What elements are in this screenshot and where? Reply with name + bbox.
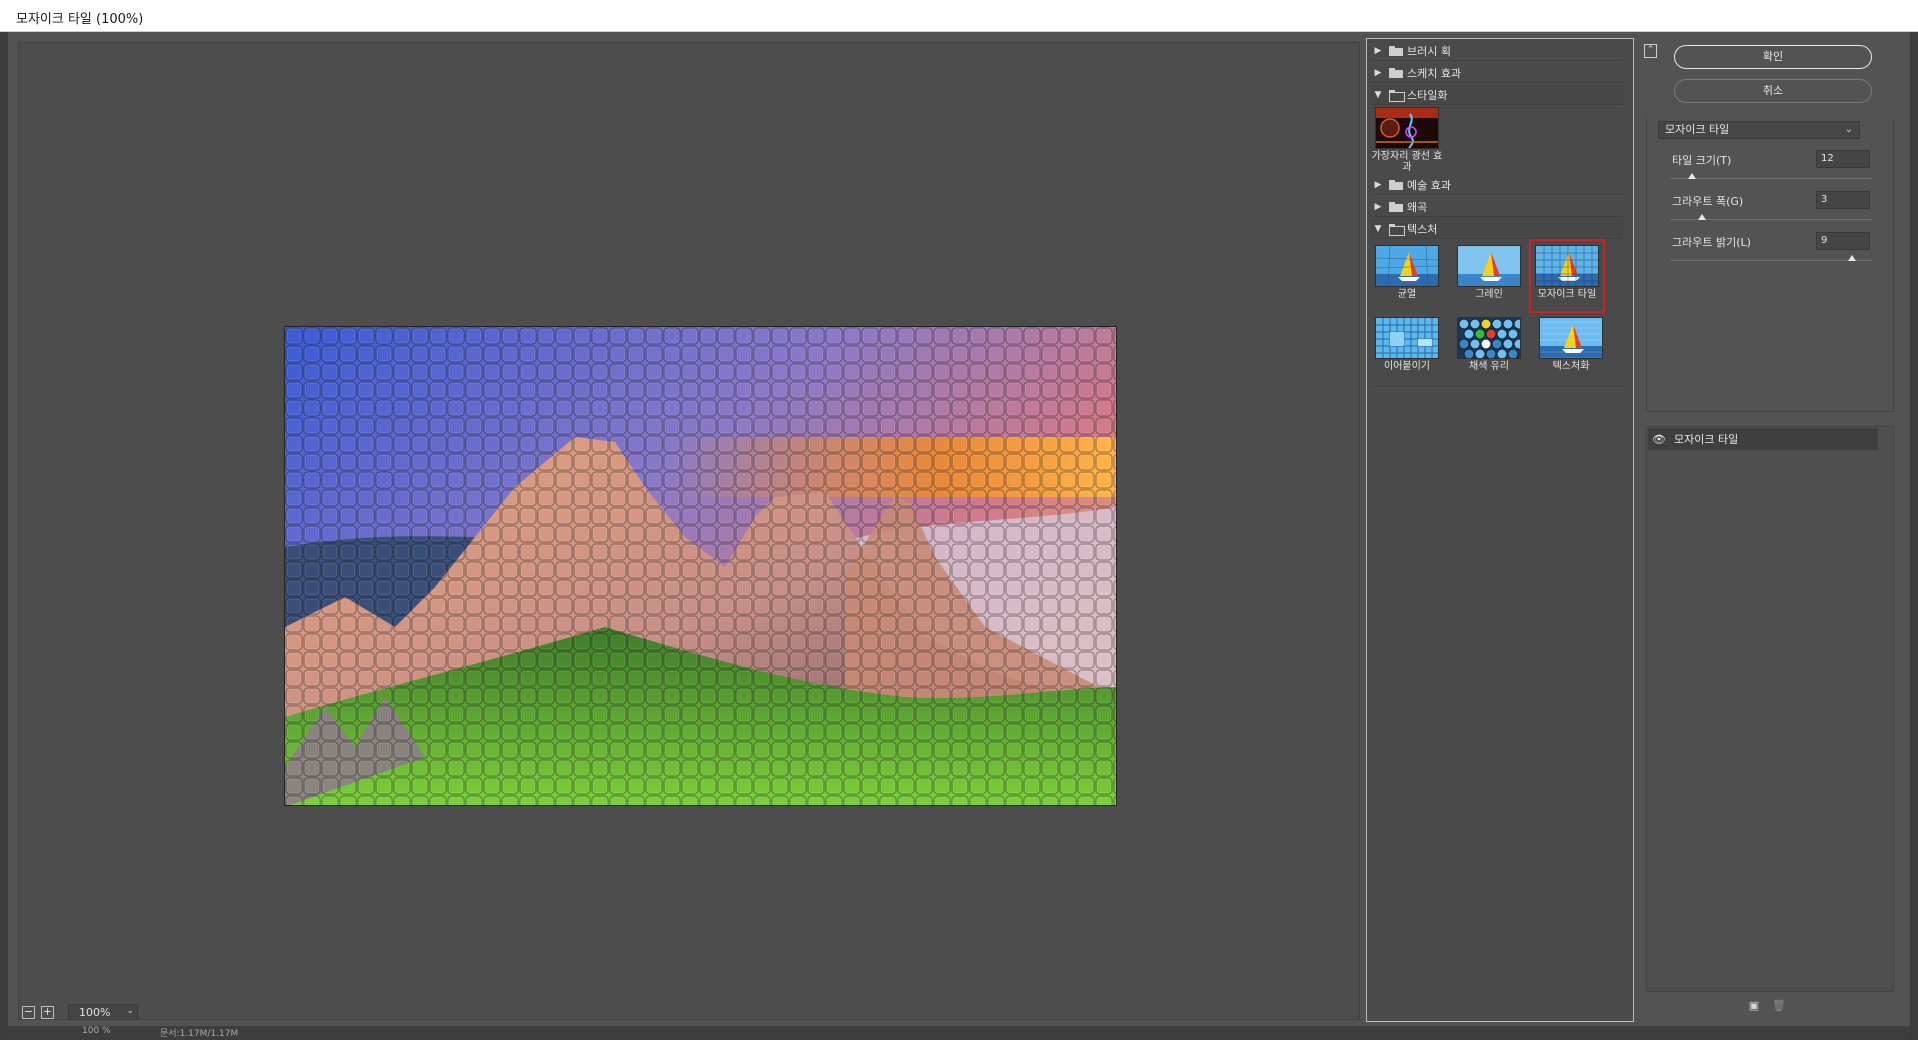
folder-icon — [1389, 179, 1403, 190]
preview-pane[interactable] — [18, 42, 1360, 1020]
status-doc-size: 문서:1.17M/1.17M — [160, 1029, 239, 1039]
param-lighten-grout: 그라우트 밝기(L) 9 — [1670, 232, 1872, 264]
filter-thumb-patchwork[interactable]: 이어붙이기 — [1371, 317, 1443, 372]
trash-icon[interactable]: 🗑 — [1772, 1000, 1786, 1012]
slider-track[interactable] — [1670, 260, 1872, 261]
slider-knob[interactable] — [1848, 255, 1856, 261]
effect-layer-name: 모자이크 타일 — [1674, 433, 1739, 446]
expand-arrow-icon: ▶ — [1374, 45, 1382, 56]
folder-open-icon — [1389, 89, 1405, 102]
thumbnail-image — [1535, 245, 1599, 287]
group-brush-strokes[interactable]: ▶ 브러시 획 — [1371, 41, 1623, 61]
folder-open-icon — [1389, 223, 1405, 236]
expand-arrow-icon: ▶ — [1374, 201, 1382, 212]
slider-knob[interactable] — [1698, 214, 1706, 220]
dialog-titlebar: 모자이크 타일 (100%) — [0, 0, 1918, 32]
group-artistic[interactable]: ▶ 예술 효과 — [1371, 175, 1623, 195]
zoom-controls: − + 100% ⌄ — [22, 1004, 138, 1020]
chevron-down-icon: ⌄ — [126, 1006, 134, 1016]
filter-gallery-panel: ▶ 브러시 획 ▶ 스케치 효과 ▼ 스타일화 가장자리 광선 효과 ▶ 예술 … — [1366, 38, 1634, 1022]
zoom-in-button[interactable]: + — [41, 1005, 54, 1019]
effect-layer-row[interactable]: 👁 모자이크 타일 — [1648, 428, 1878, 450]
group-sketch[interactable]: ▶ 스케치 효과 — [1371, 63, 1623, 83]
filter-thumb-glowing-edges[interactable]: 가장자리 광선 효과 — [1371, 107, 1443, 173]
collapse-gallery-icon[interactable]: ⌃ — [1644, 44, 1657, 58]
effect-layers-panel — [1646, 426, 1894, 992]
folder-icon — [1389, 45, 1403, 56]
filter-select[interactable]: 모자이크 타일 ⌄ — [1658, 121, 1860, 139]
lighten-grout-input[interactable]: 9 — [1816, 232, 1870, 250]
thumbnail-label: 텍스처화 — [1552, 361, 1590, 372]
param-label: 그라우트 밝기(L) — [1672, 236, 1751, 249]
layer-tools: ▣ 🗑 — [1748, 1000, 1786, 1012]
zoom-value: 100% — [79, 1005, 111, 1019]
slider-track[interactable] — [1670, 178, 1872, 179]
zoom-out-button[interactable]: − — [22, 1005, 35, 1019]
expand-arrow-icon: ▶ — [1374, 67, 1382, 78]
param-label: 그라우트 폭(G) — [1672, 195, 1744, 208]
slider-knob[interactable] — [1688, 173, 1696, 179]
group-distort[interactable]: ▶ 왜곡 — [1371, 197, 1623, 217]
right-edge — [1910, 32, 1918, 1040]
document-status-bar: 100 % 문서:1.17M/1.17M — [8, 1026, 1910, 1040]
group-texture[interactable]: ▼ 텍스처 — [1371, 219, 1623, 239]
filter-thumb-mosaic-tiles[interactable]: 모자이크 타일 — [1529, 239, 1605, 313]
gallery-divider — [1371, 386, 1623, 387]
thumbnail-label: 모자이크 타일 — [1537, 289, 1597, 300]
chevron-down-icon: ⌄ — [1844, 124, 1853, 135]
param-grout-width: 그라우트 폭(G) 3 — [1670, 191, 1872, 223]
filter-thumb-texturizer[interactable]: 텍스처화 — [1535, 317, 1607, 372]
thumbnail-label: 가장자리 광선 효과 — [1371, 151, 1443, 173]
preview-image — [284, 326, 1117, 806]
filter-thumb-stained-glass[interactable]: 채색 유리 — [1453, 317, 1525, 372]
thumbnail-image — [1539, 317, 1603, 359]
new-layer-icon[interactable]: ▣ — [1748, 1000, 1760, 1012]
zoom-select[interactable]: 100% ⌄ — [68, 1004, 138, 1020]
thumbnail-image — [1375, 317, 1439, 359]
group-stylize[interactable]: ▼ 스타일화 — [1371, 85, 1623, 105]
cancel-button[interactable]: 취소 — [1674, 79, 1872, 103]
folder-icon — [1389, 201, 1403, 212]
collapse-arrow-icon: ▼ — [1374, 89, 1382, 100]
thumbnail-label: 채색 유리 — [1469, 361, 1509, 372]
thumbnail-image — [1457, 245, 1521, 287]
tile-size-input[interactable]: 12 — [1816, 150, 1870, 168]
filter-thumb-grain[interactable]: 그레인 — [1453, 245, 1525, 300]
expand-arrow-icon: ▶ — [1374, 179, 1382, 190]
thumbnail-label: 균열 — [1397, 289, 1417, 300]
thumbnail-image — [1375, 107, 1439, 149]
param-label: 타일 크기(T) — [1672, 154, 1732, 167]
thumbnail-label: 이어붙이기 — [1384, 361, 1430, 372]
ok-button[interactable]: 확인 — [1674, 45, 1872, 69]
filter-thumb-craquelure[interactable]: 균열 — [1371, 245, 1443, 300]
left-edge — [0, 32, 8, 1040]
thumbnail-image — [1457, 317, 1521, 359]
thumbnail-label: 그레인 — [1475, 289, 1503, 300]
collapse-arrow-icon: ▼ — [1374, 223, 1382, 234]
thumbnail-image — [1375, 245, 1439, 287]
grout-width-input[interactable]: 3 — [1816, 191, 1870, 209]
filter-select-value: 모자이크 타일 — [1665, 123, 1730, 136]
param-tile-size: 타일 크기(T) 12 — [1670, 150, 1872, 182]
folder-icon — [1389, 67, 1403, 78]
dialog-title: 모자이크 타일 (100%) — [16, 12, 144, 27]
status-zoom: 100 % — [82, 1026, 111, 1036]
eye-icon[interactable]: 👁 — [1648, 433, 1670, 446]
